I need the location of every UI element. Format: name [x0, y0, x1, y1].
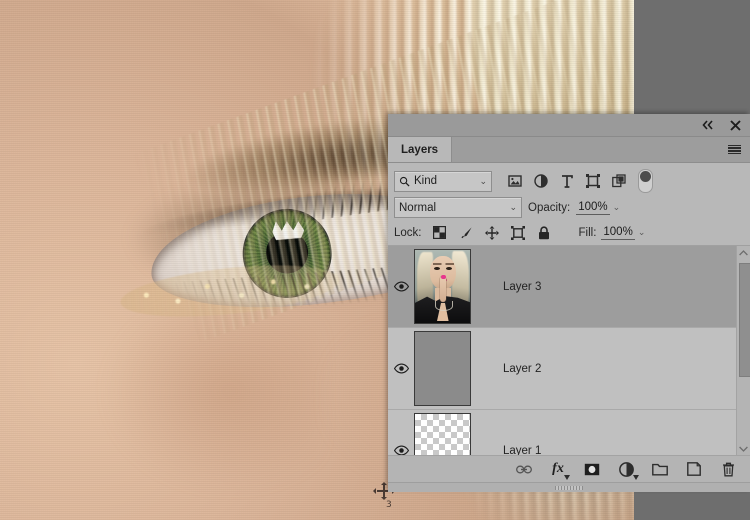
lock-label: Lock: — [394, 226, 422, 239]
panel-menu-icon — [728, 144, 741, 155]
filter-kind-label: Kind — [414, 175, 438, 187]
close-panel-icon[interactable] — [728, 118, 742, 132]
search-icon — [399, 176, 410, 187]
panel-title-bar[interactable] — [388, 114, 750, 137]
lock-transparent-pixels-icon[interactable] — [433, 226, 447, 240]
layer-name-1[interactable]: Layer 1 — [503, 445, 541, 456]
new-adjustment-layer-button[interactable] — [618, 461, 639, 480]
toggle-knob — [640, 171, 651, 182]
layer-style-fx-button[interactable]: fx — [550, 461, 570, 480]
svg-text:3: 3 — [386, 500, 392, 508]
eye-icon — [393, 281, 409, 292]
tab-layers-label: Layers — [401, 143, 439, 156]
layer-filter-row[interactable]: Kind ⌄ — [388, 163, 750, 195]
blend-mode-value: Normal — [399, 201, 437, 214]
smart-object-filter-icon[interactable] — [611, 174, 626, 189]
layer-row-3[interactable]: Layer 3 — [388, 246, 750, 328]
tab-layers[interactable]: Layers — [388, 137, 453, 162]
fill-field[interactable]: 100% ⌄ — [601, 226, 645, 240]
lock-artboard-nesting-icon[interactable] — [510, 225, 525, 240]
opacity-value[interactable]: 100% — [576, 201, 610, 215]
layer-row-1[interactable]: Layer 1 — [388, 410, 750, 455]
scroll-up-arrow-icon[interactable] — [737, 246, 750, 259]
link-layers-button[interactable] — [516, 461, 532, 477]
fill-label: Fill: — [578, 226, 597, 239]
chevron-down-icon[interactable]: ⌄ — [613, 202, 621, 213]
blend-mode-row[interactable]: Normal ⌄ Opacity: 100% ⌄ — [388, 195, 750, 220]
delete-layer-button[interactable] — [720, 461, 736, 477]
layers-bottom-toolbar[interactable]: fx — [388, 455, 750, 482]
pixel-filter-icon[interactable] — [507, 174, 522, 189]
lock-all-icon[interactable] — [537, 225, 551, 240]
layer-thumbnail-2[interactable] — [414, 331, 471, 406]
opacity-label: Opacity: — [528, 201, 571, 214]
fill-field-group[interactable]: Fill: 100% ⌄ — [578, 226, 645, 240]
layer-thumbnail-3[interactable] — [414, 249, 471, 324]
filter-kind-select[interactable]: Kind ⌄ — [394, 170, 492, 192]
layers-list[interactable]: Layer 3 Layer 2 Layer 1 — [388, 245, 750, 455]
opacity-field[interactable]: 100% ⌄ — [576, 201, 620, 215]
layers-panel[interactable]: Layers Kind ⌄ Normal ⌄ Opacity: 100% ⌄ L… — [388, 114, 750, 492]
lock-position-icon[interactable] — [484, 225, 499, 240]
scroll-down-arrow-icon[interactable] — [737, 442, 750, 455]
scrollbar-thumb[interactable] — [738, 263, 750, 377]
layer-visibility-toggle-2[interactable] — [388, 363, 414, 374]
lock-buttons[interactable] — [433, 225, 551, 240]
layers-vertical-scrollbar[interactable] — [736, 246, 750, 455]
panel-menu-button[interactable] — [719, 137, 750, 162]
chevron-down-icon: ⌄ — [509, 202, 517, 212]
collapse-panel-icon[interactable] — [701, 118, 715, 132]
filter-enable-toggle[interactable] — [638, 169, 653, 193]
layer-name-3[interactable]: Layer 3 — [503, 281, 541, 293]
lock-image-pixels-icon[interactable] — [459, 226, 473, 240]
fill-value[interactable]: 100% — [601, 226, 635, 240]
shape-filter-icon[interactable] — [585, 174, 600, 189]
panel-resize-grip[interactable] — [388, 482, 750, 492]
new-group-button[interactable] — [652, 461, 668, 477]
layer-thumbnail-1[interactable] — [414, 413, 471, 455]
filter-type-icons[interactable] — [507, 174, 626, 189]
layer-thumbnail-portrait-art — [415, 250, 470, 323]
layer-name-2[interactable]: Layer 2 — [503, 363, 541, 375]
eye-icon — [393, 363, 409, 374]
chevron-down-icon[interactable]: ⌄ — [638, 227, 646, 238]
new-layer-button[interactable] — [686, 461, 702, 477]
eye-icon — [393, 445, 409, 455]
blend-mode-select[interactable]: Normal ⌄ — [394, 197, 522, 218]
layer-visibility-toggle-1[interactable] — [388, 445, 414, 455]
type-filter-icon[interactable] — [559, 174, 574, 189]
layer-row-2[interactable]: Layer 2 — [388, 328, 750, 410]
adjustment-filter-icon[interactable] — [533, 174, 548, 189]
grip-dots-icon — [555, 485, 583, 490]
add-layer-mask-button[interactable] — [584, 461, 600, 477]
panel-tab-strip[interactable]: Layers — [388, 137, 750, 163]
layer-visibility-toggle-3[interactable] — [388, 281, 414, 292]
chevron-down-icon: ⌄ — [479, 175, 487, 186]
lock-row[interactable]: Lock: Fill: 100% ⌄ — [388, 220, 750, 245]
